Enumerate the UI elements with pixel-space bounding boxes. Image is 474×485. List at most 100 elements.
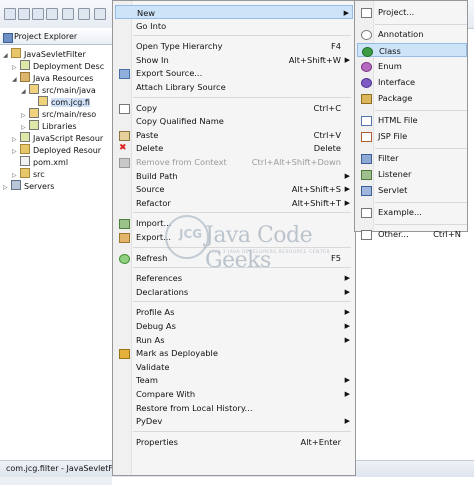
menu-item-copy-qualified-name[interactable]: Copy Qualified Name: [115, 114, 353, 128]
menu-item-team[interactable]: Team ▶: [115, 373, 353, 387]
menu-item-label: Open Type Hierarchy: [136, 41, 223, 52]
menu-item-refactor[interactable]: Refactor Alt+Shift+T ▶: [115, 196, 353, 210]
menu-item-restore-from-local-history[interactable]: Restore from Local History...: [115, 401, 353, 415]
menu-item-attach-library-source[interactable]: Attach Library Source: [115, 80, 353, 94]
menu-item-build-path[interactable]: Build Path ▶: [115, 169, 353, 183]
menu-item-label: Debug As: [136, 321, 176, 331]
tree-item[interactable]: pom.xml: [12, 156, 68, 168]
run-icon[interactable]: [94, 8, 106, 20]
submenu-arrow-icon: ▶: [344, 185, 350, 194]
debug-icon[interactable]: [78, 8, 90, 20]
new-item-servlet[interactable]: Servlet: [357, 183, 467, 197]
menu-item-shortcut: Alt+Enter: [300, 436, 341, 447]
save-icon[interactable]: [18, 8, 30, 20]
menu-item-label: Annotation: [378, 29, 424, 39]
menu-item-label: Package: [378, 93, 413, 103]
menu-item-label: Build Path: [136, 170, 178, 181]
tree-item[interactable]: ▷ src: [12, 168, 45, 180]
new-file-icon[interactable]: [4, 8, 16, 20]
menu-item-label: Refactor: [136, 197, 171, 208]
save-all-icon[interactable]: [32, 8, 44, 20]
filter-icon: [361, 154, 372, 164]
menu-item-label: Go Into: [136, 20, 167, 31]
project-explorer-panel: Project Explorer ◢ JavaSevletFilter ▷ Deplo…: [0, 28, 113, 485]
menu-separator: [375, 110, 467, 111]
menu-item-new[interactable]: New ▶: [115, 5, 353, 19]
tree-item-label: Deployment Desc: [33, 62, 105, 71]
menu-item-label: Export Source...: [136, 68, 203, 79]
menu-item-label: Class: [379, 46, 401, 56]
tree-item[interactable]: ▷ Deployed Resour: [12, 144, 101, 156]
menu-item-label: Refresh: [136, 252, 168, 263]
new-item-package[interactable]: Package: [357, 91, 467, 105]
new-item-other[interactable]: Other... Ctrl+N: [357, 227, 467, 241]
tree-item[interactable]: ▷ Libraries: [21, 120, 77, 132]
interface-icon: [361, 78, 372, 88]
javascript-resources-icon: [20, 132, 30, 142]
menu-item-run-as[interactable]: Run As ▶: [115, 333, 353, 347]
menu-item-paste[interactable]: Paste Ctrl+V: [115, 128, 353, 142]
submenu-arrow-icon: ▶: [344, 390, 350, 398]
menu-item-label: Attach Library Source: [136, 82, 226, 92]
expand-arrow-icon[interactable]: ▷: [3, 182, 11, 194]
menu-item-pydev[interactable]: PyDev ▶: [115, 414, 353, 428]
menu-item-validate[interactable]: Validate: [115, 360, 353, 374]
collapse-arrow-icon[interactable]: ◢: [21, 86, 29, 98]
new-item-example[interactable]: Example...: [357, 205, 467, 219]
new-item-class[interactable]: Class: [357, 43, 467, 57]
new-item-html-file[interactable]: HTML File: [357, 113, 467, 127]
submenu-arrow-icon: ▶: [344, 171, 350, 180]
project-explorer-tab[interactable]: Project Explorer: [0, 30, 112, 45]
source-folder-icon: [29, 108, 39, 118]
new-item-enum[interactable]: Enum: [357, 59, 467, 73]
menu-item-label: Run As: [136, 334, 165, 345]
collapse-arrow-icon[interactable]: ◢: [3, 50, 11, 62]
menu-item-debug-as[interactable]: Debug As ▶: [115, 319, 353, 333]
menu-item-label: Other...: [378, 229, 409, 239]
tree-item[interactable]: ▷ src/main/reso: [21, 108, 96, 120]
horizontal-scrollbar[interactable]: [0, 476, 112, 485]
menu-item-references[interactable]: References ▶: [115, 271, 353, 285]
menu-item-properties[interactable]: Properties Alt+Enter: [115, 435, 353, 449]
menu-item-delete[interactable]: ✖ Delete Delete: [115, 141, 353, 155]
new-item-annotation[interactable]: Annotation: [357, 27, 467, 41]
menu-item-label: Compare With: [136, 389, 196, 399]
new-submenu: Project... Annotation Class Enum Interface Pa…: [354, 0, 468, 240]
menu-item-profile-as[interactable]: Profile As ▶: [115, 305, 353, 319]
print-icon[interactable]: [46, 8, 58, 20]
menu-separator: [375, 148, 467, 149]
tree-item[interactable]: ◢ Java Resources: [12, 72, 93, 84]
menu-item-shortcut: Ctrl+N: [433, 229, 461, 239]
menu-item-go-into[interactable]: Go Into: [115, 19, 353, 33]
tree-item[interactable]: ▷ Servers: [3, 180, 54, 192]
collapse-arrow-icon[interactable]: ◢: [12, 74, 20, 86]
menu-item-export-source[interactable]: Export Source...: [115, 66, 353, 80]
menu-item-label: Team: [136, 375, 158, 386]
menu-item-source[interactable]: Source Alt+Shift+S ▶: [115, 182, 353, 196]
tree-item[interactable]: ◢ src/main/java: [21, 84, 96, 96]
menu-item-mark-as-deployable[interactable]: Mark as Deployable: [115, 346, 353, 360]
submenu-arrow-icon: ▶: [344, 335, 350, 344]
menu-item-compare-with[interactable]: Compare With ▶: [115, 387, 353, 401]
menu-item-label: Show In: [136, 54, 169, 65]
export-source-icon: [119, 69, 130, 80]
menu-item-copy[interactable]: Copy Ctrl+C: [115, 101, 353, 115]
tree-item[interactable]: com.jcg.fi: [30, 96, 90, 108]
submenu-arrow-icon: ▶: [344, 308, 350, 317]
new-item-filter[interactable]: Filter: [357, 151, 467, 165]
tree-item[interactable]: ◢ JavaSevletFilter: [3, 48, 86, 60]
new-item-project[interactable]: Project...: [357, 5, 467, 19]
export-icon: [119, 233, 130, 243]
menu-item-declarations[interactable]: Declarations ▶: [115, 285, 353, 299]
menu-item-show-in[interactable]: Show In Alt+Shift+W ▶: [115, 53, 353, 67]
new-item-interface[interactable]: Interface: [357, 75, 467, 89]
new-item-listener[interactable]: Listener: [357, 167, 467, 181]
source-folder-icon: [29, 84, 39, 94]
new-item-jsp-file[interactable]: JSP File: [357, 129, 467, 143]
html-file-icon: [361, 116, 372, 126]
menu-item-open-type-hierarchy[interactable]: Open Type Hierarchy F4: [115, 39, 353, 53]
java-resources-icon: [20, 72, 30, 82]
tree-item[interactable]: ▷ Deployment Desc: [12, 60, 104, 72]
server-icon[interactable]: [62, 8, 74, 20]
tree-item[interactable]: ▷ JavaScript Resour: [12, 132, 103, 144]
